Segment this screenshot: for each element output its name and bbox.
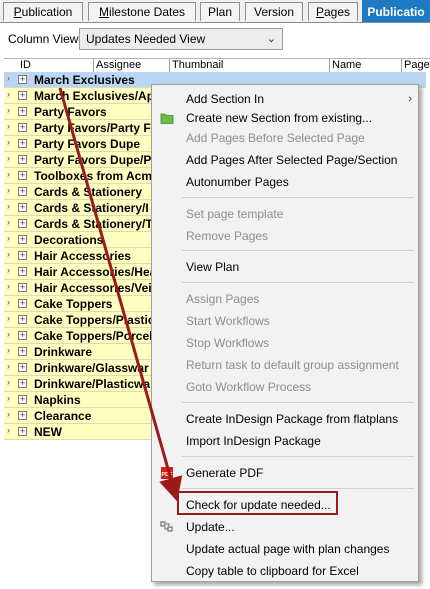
annotation-arrow	[58, 87, 183, 502]
annotation-arrow-line	[58, 87, 183, 502]
